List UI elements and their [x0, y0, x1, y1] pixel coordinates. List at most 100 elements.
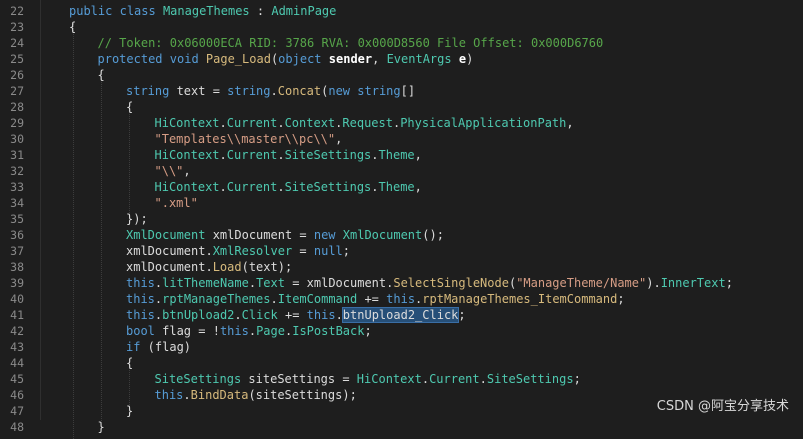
- code-line[interactable]: 31 HiContext.Current.SiteSettings.Theme,: [0, 147, 803, 163]
- code-text: this.BindData(siteSettings);: [155, 387, 357, 403]
- code-token: []: [400, 84, 416, 98]
- code-token: this: [386, 292, 416, 306]
- line-number: 22: [10, 4, 24, 18]
- code-token: {: [69, 20, 77, 34]
- code-token: .: [248, 324, 257, 338]
- code-token: .: [421, 372, 430, 386]
- code-token: Current: [429, 372, 480, 386]
- code-token: Theme: [378, 148, 415, 162]
- code-token: Current: [226, 180, 278, 194]
- code-token: .: [270, 292, 278, 306]
- code-token: (siteSettings);: [248, 388, 357, 402]
- code-text: bool flag = !this.Page.IsPostBack;: [126, 323, 372, 339]
- code-text: "\\",: [155, 163, 191, 179]
- code-token: sender: [328, 52, 373, 66]
- code-line[interactable]: 43 if (flag): [0, 339, 803, 355]
- code-token: Theme: [378, 180, 415, 194]
- code-token: flag = !: [154, 324, 220, 338]
- code-token: Text: [256, 276, 285, 290]
- code-text: {: [126, 355, 133, 371]
- code-token: HiContext: [154, 148, 220, 162]
- code-line[interactable]: 36 XmlDocument xmlDocument = new XmlDocum…: [0, 227, 803, 243]
- code-line[interactable]: 29 HiContext.Current.Context.Request.Phys…: [0, 115, 803, 131]
- code-token: xmlDocument.: [126, 244, 213, 258]
- line-number: 28: [10, 100, 24, 114]
- line-number: 35: [10, 212, 24, 226]
- line-number: 44: [10, 356, 24, 370]
- code-token: }: [97, 420, 105, 434]
- code-token: PhysicalApplicationPath: [400, 116, 567, 130]
- code-line[interactable]: 37 xmlDocument.XmlResolver = null;: [0, 243, 803, 259]
- code-token: XmlResolver: [212, 244, 293, 258]
- code-token: .: [248, 276, 257, 290]
- code-token: SiteSettings: [486, 372, 574, 386]
- line-number: 39: [10, 276, 24, 290]
- code-line[interactable]: 48}: [0, 419, 803, 435]
- code-token: .: [219, 116, 227, 130]
- code-token: +=: [277, 308, 307, 322]
- code-line[interactable]: 45 SiteSettings siteSettings = HiContext.…: [0, 371, 803, 387]
- code-token: ;: [364, 324, 372, 338]
- code-token: +=: [357, 292, 387, 306]
- code-line[interactable]: 44 {: [0, 355, 803, 371]
- code-token: null: [313, 244, 343, 258]
- code-token: Page: [256, 324, 285, 338]
- code-editor[interactable]: 22 public class ManageThemes : AdminPage 2…: [0, 0, 803, 439]
- line-number: 36: [10, 228, 24, 242]
- line-number: 46: [10, 388, 24, 402]
- code-line[interactable]: 39 this.litThemeName.Text = xmlDocument.S…: [0, 275, 803, 291]
- code-token: ,: [414, 148, 422, 162]
- code-token: rptManageThemes_ItemCommand: [422, 292, 618, 306]
- code-line[interactable]: 33 HiContext.Current.SiteSettings.Theme,: [0, 179, 803, 195]
- code-line[interactable]: 23 {: [0, 19, 803, 35]
- code-line[interactable]: 32 "\\",: [0, 163, 803, 179]
- code-token: e: [458, 52, 467, 66]
- code-token: Click: [241, 308, 278, 322]
- code-token: }: [126, 404, 134, 418]
- code-line[interactable]: 35});: [0, 211, 803, 227]
- line-number: 32: [10, 164, 24, 178]
- line-number: 31: [10, 148, 24, 162]
- code-token: .: [479, 372, 487, 386]
- code-token: bool: [126, 324, 155, 338]
- code-token: ,: [566, 116, 574, 130]
- line-number: 30: [10, 132, 24, 146]
- code-token: ).: [646, 276, 661, 290]
- code-line[interactable]: 38 xmlDocument.Load(text);: [0, 259, 803, 275]
- code-token: this: [154, 388, 184, 402]
- code-token: = xmlDocument.: [284, 276, 394, 290]
- code-text: "Templates\\master\\pc\\",: [155, 131, 343, 147]
- line-number: 42: [10, 324, 24, 338]
- line-number: 37: [10, 244, 24, 258]
- code-token: Page_Load: [205, 52, 271, 66]
- code-line[interactable]: 30 "Templates\\master\\pc\\",: [0, 131, 803, 147]
- code-line[interactable]: 24 // Token: 0x06000ECA RID: 3786 RVA: 0x…: [0, 35, 803, 51]
- code-line[interactable]: 28 {: [0, 99, 803, 115]
- code-line[interactable]: 22 public class ManageThemes : AdminPage: [0, 3, 803, 19]
- code-text: // Token: 0x06000ECA RID: 3786 RVA: 0x00…: [98, 35, 604, 51]
- code-token: rptManageThemes: [162, 292, 271, 306]
- code-line[interactable]: 25 protected void Page_Load(object sender…: [0, 51, 803, 67]
- code-token: {: [126, 356, 134, 370]
- code-token: .: [277, 180, 285, 194]
- code-line[interactable]: 42 bool flag = !this.Page.IsPostBack;: [0, 323, 803, 339]
- code-token: SiteSettings: [154, 372, 242, 386]
- code-text: protected void Page_Load(object sender, …: [98, 51, 474, 67]
- line-number: 40: [10, 292, 24, 306]
- code-token: HiContext: [154, 180, 220, 194]
- code-token: HiContext: [356, 372, 422, 386]
- code-token: "\\": [154, 164, 184, 178]
- code-line[interactable]: 41 this.btnUpload2.Click += this.btnUploa…: [0, 307, 803, 323]
- code-text: this.rptManageThemes.ItemCommand += this…: [126, 291, 625, 307]
- code-line[interactable]: 34 ".xml": [0, 195, 803, 211]
- line-number: 27: [10, 84, 24, 98]
- code-line[interactable]: 40 this.rptManageThemes.ItemCommand += th…: [0, 291, 803, 307]
- code-text: }: [126, 403, 133, 419]
- code-text: HiContext.Current.SiteSettings.Theme,: [155, 179, 422, 195]
- code-line[interactable]: 27 string text = string.Concat(new string…: [0, 83, 803, 99]
- code-line[interactable]: 26 {: [0, 67, 803, 83]
- code-token: ManageThemes: [162, 4, 250, 18]
